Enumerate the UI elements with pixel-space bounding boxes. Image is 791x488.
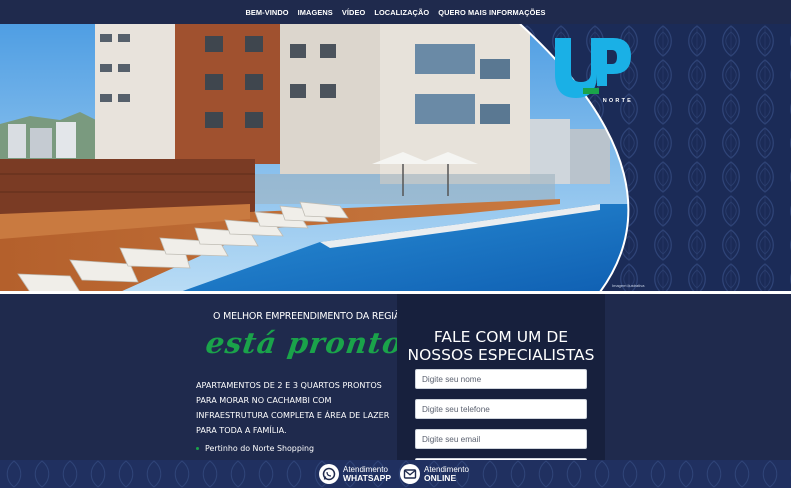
nav-link-quero-mais-informacoes[interactable]: QUERO MAIS INFORMAÇÕES [438,8,545,17]
nav-link-localizacao[interactable]: LOCALIZAÇÃO [374,8,429,17]
intro-script-text: está pronto! [203,326,419,360]
intro-headline: O MELHOR EMPREENDIMENTO DA REGIÃO [213,311,408,322]
whatsapp-big-label: WHATSAPP [343,473,392,483]
form-title-line2: NOSSOS ESPECIALISTAS [407,346,595,364]
nav-link-imagens[interactable]: IMAGENS [298,8,333,17]
nav-link-video[interactable]: VÍDEO [342,8,366,17]
hero-image: Imagem ilustrativa [0,24,791,292]
intro-section: O MELHOR EMPREENDIMENTO DA REGIÃO está p… [0,294,791,466]
email-input[interactable] [415,429,587,449]
mail-icon [400,464,420,484]
whatsapp-icon [319,464,339,484]
online-chat-button[interactable]: Atendimento ONLINE [400,464,469,484]
up-norte-logo[interactable]: NORTE [553,36,633,104]
hero-caption: Imagem ilustrativa [612,283,645,288]
form-title-line1: FALE COM UM DE [433,328,569,346]
name-input[interactable] [415,369,587,389]
up-logo-icon [555,38,631,98]
top-nav: BEM-VINDO IMAGENS VÍDEO LOCALIZAÇÃO QUER… [0,0,791,24]
form-title: FALE COM UM DE NOSSOS ESPECIALISTAS [397,328,605,364]
phone-input[interactable] [415,399,587,419]
bottom-pattern [0,460,791,488]
whatsapp-button[interactable]: Atendimento WHATSAPP [319,464,391,484]
logo-subtitle: NORTE [602,98,633,104]
hero-illustration: Imagem ilustrativa [0,24,791,292]
bullet-icon [196,447,199,450]
feature-label: Pertinho do Norte Shopping [205,444,315,453]
contact-form: FALE COM UM DE NOSSOS ESPECIALISTAS [397,294,605,466]
landing-page: BEM-VINDO IMAGENS VÍDEO LOCALIZAÇÃO QUER… [0,0,791,488]
list-item: Pertinho do Norte Shopping [196,444,314,453]
online-big-label: ONLINE [424,473,457,483]
intro-description: APARTAMENTOS DE 2 E 3 QUARTOS PRONTOS PA… [196,380,390,435]
bottom-contact-bar: Atendimento WHATSAPP Atendimento ONLINE [0,460,791,488]
feature-list: Pertinho do Norte Shopping [196,444,314,453]
nav-link-bem-vindo[interactable]: BEM-VINDO [245,8,288,17]
